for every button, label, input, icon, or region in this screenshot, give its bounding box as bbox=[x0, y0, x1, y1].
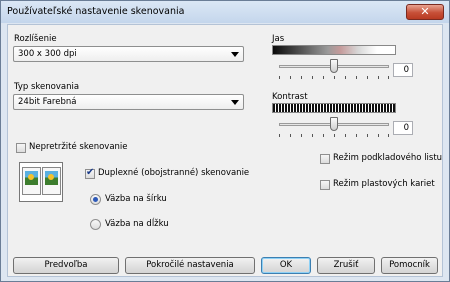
scan-type-label: Typ skenovania bbox=[14, 82, 80, 92]
settings-dialog: Používateľské nastavenie skenovania ✕ Ro… bbox=[0, 0, 450, 282]
chevron-down-icon bbox=[231, 52, 239, 57]
ok-button[interactable]: OK bbox=[261, 257, 311, 274]
brightness-slider[interactable] bbox=[279, 59, 389, 81]
dialog-body: Rozlíšenie 300 x 300 dpi Typ skenovania … bbox=[7, 24, 443, 277]
window-title: Používateľské nastavenie skenovania bbox=[7, 6, 185, 17]
help-button[interactable]: Pomocník bbox=[381, 257, 438, 274]
brightness-slider-thumb[interactable] bbox=[330, 59, 338, 73]
close-icon: ✕ bbox=[420, 5, 430, 18]
binding-long-edge-radio[interactable] bbox=[90, 194, 101, 205]
scan-type-select[interactable]: 24bit Farebná bbox=[13, 94, 244, 110]
brightness-value-field[interactable]: 0 bbox=[393, 63, 413, 77]
plastic-card-checkbox[interactable] bbox=[320, 180, 330, 190]
carrier-sheet-label[interactable]: Režim podkladového listu bbox=[333, 153, 442, 163]
continuous-scan-label[interactable]: Nepretržité skenovanie bbox=[29, 142, 128, 152]
contrast-slider-thumb[interactable] bbox=[330, 117, 338, 131]
contrast-label: Kontrast bbox=[272, 92, 308, 102]
cancel-button[interactable]: Zrušiť bbox=[317, 257, 375, 274]
chevron-down-icon bbox=[231, 100, 239, 105]
contrast-pattern bbox=[272, 103, 396, 113]
duplex-document-icon bbox=[19, 162, 63, 202]
contrast-value-field[interactable]: 0 bbox=[393, 121, 413, 135]
close-button[interactable]: ✕ bbox=[406, 4, 444, 20]
duplex-checkbox[interactable] bbox=[85, 167, 95, 179]
carrier-sheet-checkbox[interactable] bbox=[320, 154, 330, 164]
binding-short-edge-label[interactable]: Väzba na dĺžku bbox=[105, 219, 169, 229]
resolution-label: Rozlíšenie bbox=[14, 34, 57, 44]
binding-long-edge-label[interactable]: Väzba na šírku bbox=[105, 194, 167, 204]
binding-short-edge-radio[interactable] bbox=[90, 219, 101, 230]
brightness-gradient bbox=[272, 45, 396, 55]
scan-type-value: 24bit Farebná bbox=[18, 97, 77, 107]
preset-button[interactable]: Predvoľba bbox=[13, 257, 119, 274]
continuous-scan-checkbox[interactable] bbox=[16, 143, 26, 153]
advanced-settings-button[interactable]: Pokročilé nastavenia bbox=[125, 257, 255, 274]
contrast-slider[interactable] bbox=[279, 117, 389, 139]
brightness-label: Jas bbox=[272, 34, 285, 44]
resolution-value: 300 x 300 dpi bbox=[18, 49, 77, 59]
duplex-label[interactable]: Duplexné (obojstranné) skenovanie bbox=[98, 168, 249, 178]
resolution-select[interactable]: 300 x 300 dpi bbox=[13, 46, 244, 62]
title-bar: Používateľské nastavenie skenovania ✕ bbox=[1, 1, 449, 23]
plastic-card-label[interactable]: Režim plastových kariet bbox=[333, 179, 435, 189]
